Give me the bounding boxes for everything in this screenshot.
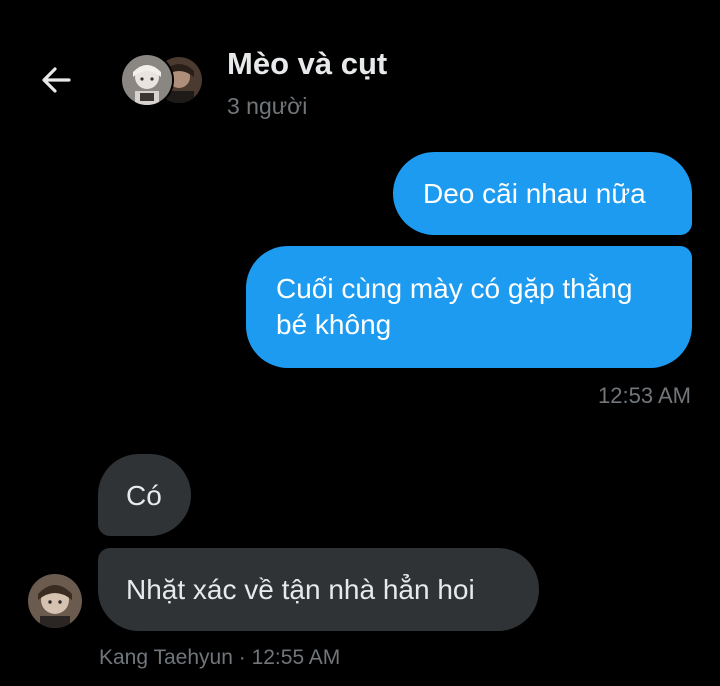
member-count: 3 người [227, 93, 308, 119]
message-bubble[interactable]: Nhặt xác về tận nhà hẳn hoi [98, 548, 539, 631]
message-bubble[interactable]: Có [98, 454, 191, 536]
conversation-title: Mèo và cụt [227, 46, 388, 81]
message-bubble[interactable]: Deo cãi nhau nữa [393, 152, 692, 235]
arrow-left-icon [42, 67, 71, 93]
member-avatar [122, 55, 172, 105]
message-bubble[interactable]: Cuối cùng mày có gặp thằng bé không [246, 246, 692, 368]
sender-avatar[interactable] [28, 574, 82, 628]
meta-separator: · [232, 646, 252, 669]
message-time: 12:55 AM [251, 646, 341, 669]
message-timestamp: 12:53 AM [598, 383, 691, 408]
sender-name: Kang Taehyun [99, 646, 233, 669]
group-avatars[interactable] [122, 55, 202, 107]
back-button[interactable] [36, 60, 76, 100]
message-meta: Kang Taehyun · 12:55 AM [99, 646, 340, 670]
